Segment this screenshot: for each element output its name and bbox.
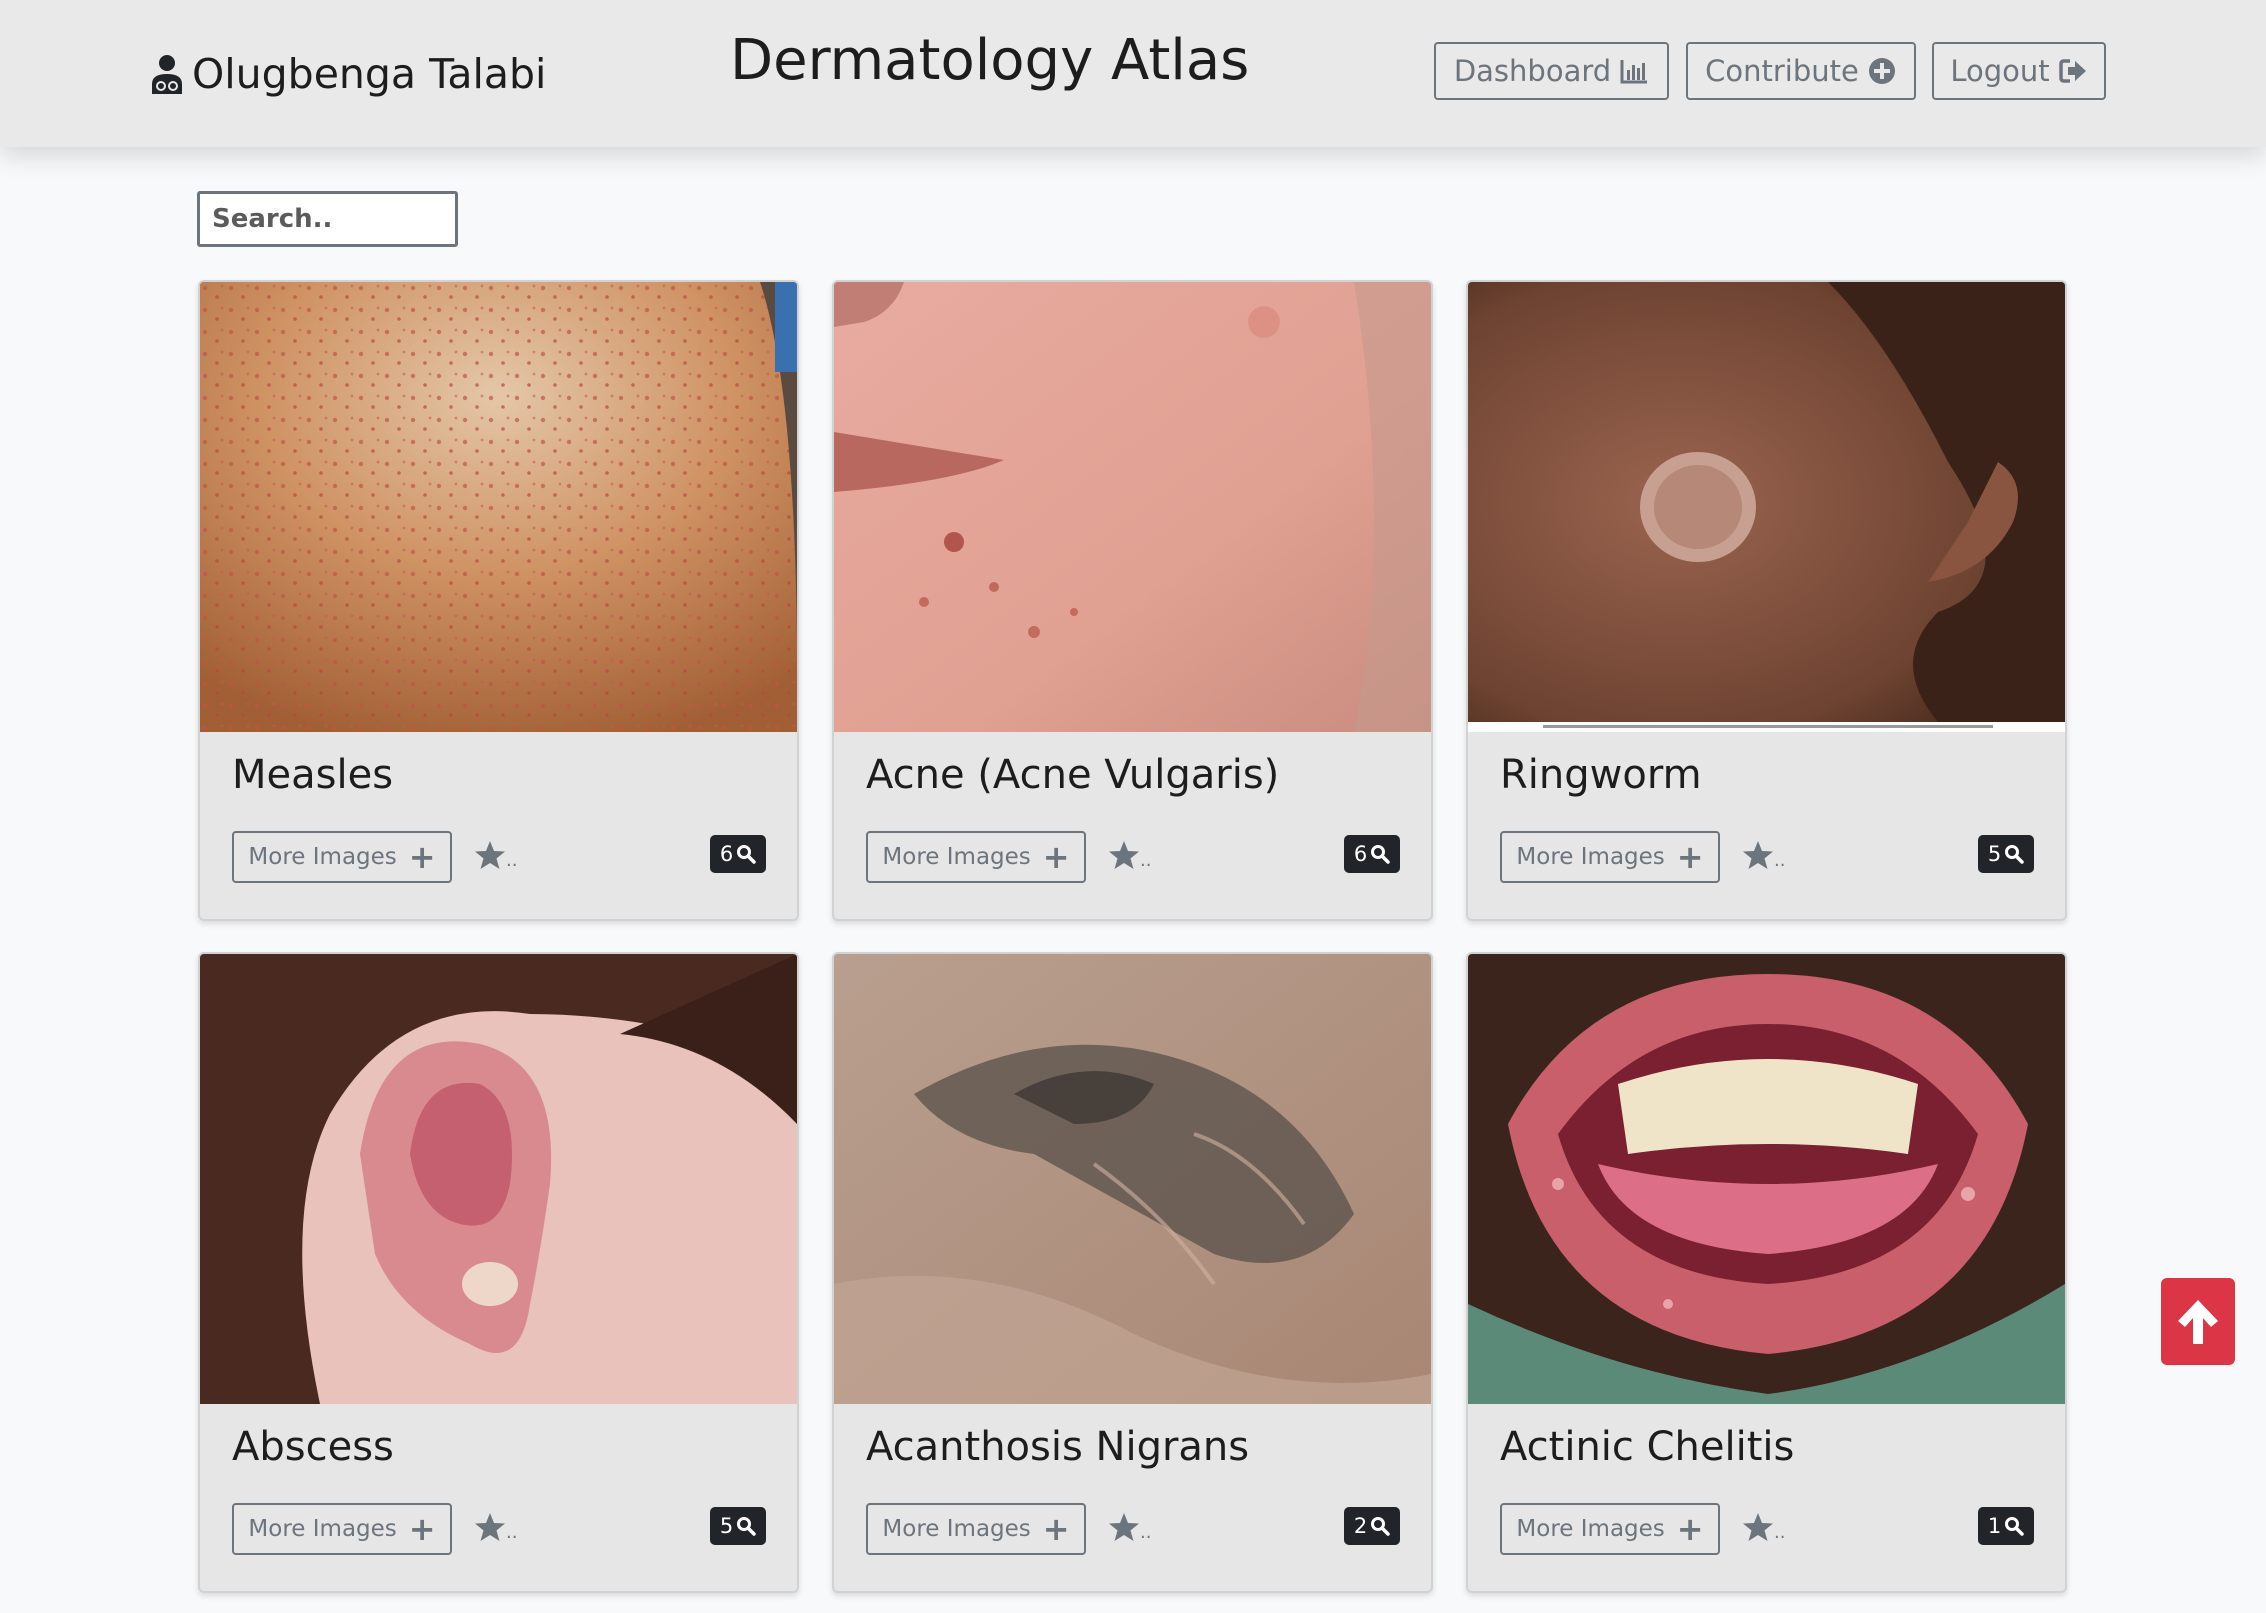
star-icon bbox=[475, 841, 505, 869]
disease-card-ringworm: Ringworm More Images + .. 5 bbox=[1466, 280, 2067, 921]
acanthosis-nigrans-image[interactable] bbox=[834, 954, 1431, 1404]
image-count: 2 bbox=[1353, 1514, 1368, 1538]
more-images-button[interactable]: More Images + bbox=[866, 1503, 1086, 1555]
image-count: 1 bbox=[1987, 1514, 2002, 1538]
image-count-badge[interactable]: 2 bbox=[1344, 1507, 1400, 1545]
search-icon bbox=[1371, 1517, 1390, 1536]
more-images-label: More Images bbox=[882, 844, 1031, 870]
arrow-up-icon bbox=[2178, 1299, 2218, 1344]
star-icon bbox=[1109, 1513, 1139, 1541]
star-icon bbox=[1743, 1513, 1773, 1541]
contribute-button[interactable]: Contribute bbox=[1686, 42, 1916, 100]
top-navbar: Olugbenga Talabi Dermatology Atlas Dashb… bbox=[0, 0, 2266, 147]
rating-suffix: .. bbox=[1774, 850, 1786, 871]
sign-out-icon bbox=[2058, 59, 2086, 83]
star-icon bbox=[475, 1513, 505, 1541]
search-icon bbox=[2005, 845, 2024, 864]
more-images-label: More Images bbox=[248, 1516, 397, 1542]
plus-icon: + bbox=[408, 838, 436, 876]
actinic-chelitis-image[interactable] bbox=[1468, 954, 2065, 1404]
disease-card-acanthosis-nigrans: Acanthosis Nigrans More Images + .. 2 bbox=[832, 952, 1433, 1593]
card-title: Abscess bbox=[232, 1424, 394, 1470]
rating-suffix: .. bbox=[1140, 1522, 1152, 1543]
disease-card-acne: Acne (Acne Vulgaris) More Images + .. 6 bbox=[832, 280, 1433, 921]
rating-suffix: .. bbox=[506, 1522, 518, 1543]
user-name: Olugbenga Talabi bbox=[192, 50, 547, 98]
plus-icon: + bbox=[1042, 838, 1070, 876]
logout-button-label: Logout bbox=[1950, 54, 2050, 88]
rating-suffix: .. bbox=[1140, 850, 1152, 871]
more-images-label: More Images bbox=[248, 844, 397, 870]
more-images-button[interactable]: More Images + bbox=[232, 1503, 452, 1555]
card-title: Actinic Chelitis bbox=[1500, 1424, 1795, 1470]
rating-star[interactable]: .. bbox=[1108, 1511, 1151, 1543]
rating-star[interactable]: .. bbox=[1108, 839, 1151, 871]
card-title: Acanthosis Nigrans bbox=[866, 1424, 1250, 1470]
card-title: Measles bbox=[232, 752, 394, 798]
search-icon bbox=[1371, 845, 1390, 864]
image-count-badge[interactable]: 1 bbox=[1978, 1507, 2034, 1545]
rating-star[interactable]: .. bbox=[474, 1511, 517, 1543]
card-title: Acne (Acne Vulgaris) bbox=[866, 752, 1280, 798]
logout-button[interactable]: Logout bbox=[1932, 42, 2106, 100]
rating-star[interactable]: .. bbox=[474, 839, 517, 871]
dashboard-button[interactable]: Dashboard bbox=[1434, 42, 1669, 100]
back-to-top-button[interactable] bbox=[2161, 1278, 2235, 1365]
rating-suffix: .. bbox=[506, 850, 518, 871]
more-images-button[interactable]: More Images + bbox=[232, 831, 452, 883]
disease-card-actinic-chelitis: Actinic Chelitis More Images + .. 1 bbox=[1466, 952, 2067, 1593]
disease-card-abscess: Abscess More Images + .. 5 bbox=[198, 952, 799, 1593]
search-icon bbox=[737, 1517, 756, 1536]
dashboard-button-label: Dashboard bbox=[1453, 54, 1612, 88]
chart-bar-icon bbox=[1620, 60, 1648, 84]
star-icon bbox=[1109, 841, 1139, 869]
search-icon bbox=[737, 845, 756, 864]
search-icon bbox=[2005, 1517, 2024, 1536]
ringworm-image[interactable] bbox=[1468, 282, 2065, 732]
site-title: Dermatology Atlas bbox=[730, 28, 1250, 93]
search-input[interactable] bbox=[197, 191, 458, 247]
more-images-button[interactable]: More Images + bbox=[866, 831, 1086, 883]
more-images-label: More Images bbox=[882, 1516, 1031, 1542]
measles-image[interactable] bbox=[200, 282, 797, 732]
rating-star[interactable]: .. bbox=[1742, 839, 1785, 871]
abscess-image[interactable] bbox=[200, 954, 797, 1404]
card-title: Ringworm bbox=[1500, 752, 1702, 798]
rating-star[interactable]: .. bbox=[1742, 1511, 1785, 1543]
plus-circle-icon bbox=[1868, 58, 1895, 84]
plus-icon: + bbox=[1676, 838, 1704, 876]
acne-image[interactable] bbox=[834, 282, 1431, 732]
image-count-badge[interactable]: 6 bbox=[1344, 835, 1400, 873]
more-images-label: More Images bbox=[1516, 1516, 1665, 1542]
plus-icon: + bbox=[408, 1510, 436, 1548]
rating-suffix: .. bbox=[1774, 1522, 1786, 1543]
image-count: 6 bbox=[719, 842, 734, 866]
plus-icon: + bbox=[1676, 1510, 1704, 1548]
image-count-badge[interactable]: 5 bbox=[1978, 835, 2034, 873]
image-count: 6 bbox=[1353, 842, 1368, 866]
image-count-badge[interactable]: 5 bbox=[710, 1507, 766, 1545]
more-images-label: More Images bbox=[1516, 844, 1665, 870]
image-count: 5 bbox=[1987, 842, 2002, 866]
image-count-badge[interactable]: 6 bbox=[710, 835, 766, 873]
plus-icon: + bbox=[1042, 1510, 1070, 1548]
more-images-button[interactable]: More Images + bbox=[1500, 1503, 1720, 1555]
user-doctor-icon bbox=[152, 55, 182, 94]
more-images-button[interactable]: More Images + bbox=[1500, 831, 1720, 883]
star-icon bbox=[1743, 841, 1773, 869]
contribute-button-label: Contribute bbox=[1705, 54, 1859, 88]
user-profile[interactable]: Olugbenga Talabi bbox=[150, 46, 546, 102]
image-count: 5 bbox=[719, 1514, 734, 1538]
disease-card-measles: Measles More Images + .. 6 bbox=[198, 280, 799, 921]
